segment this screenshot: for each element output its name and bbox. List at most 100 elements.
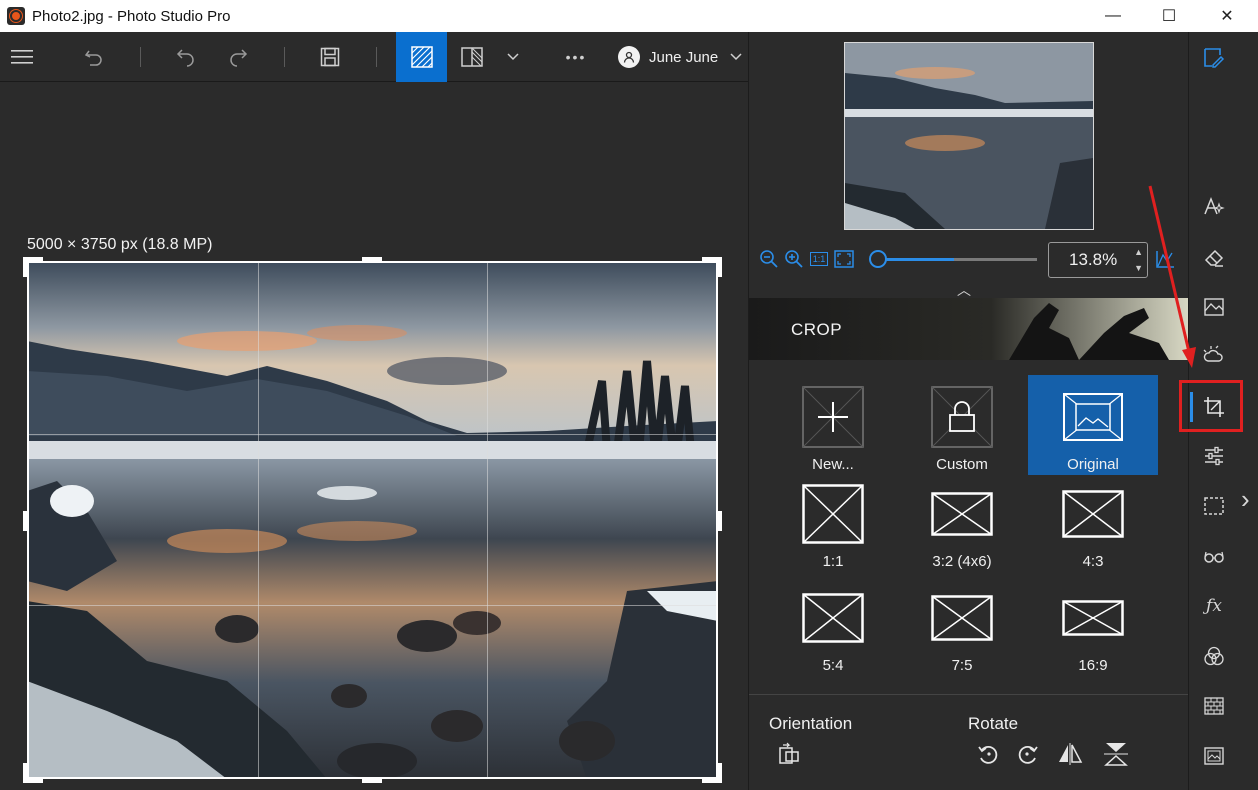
rotate-right-icon bbox=[1018, 745, 1038, 764]
undo-icon bbox=[176, 49, 194, 67]
tool-color-button[interactable] bbox=[1201, 643, 1227, 669]
crop-preset-label: 5:4 bbox=[822, 657, 844, 674]
crop-preset-5-4[interactable]: 5:4 bbox=[768, 577, 898, 677]
zoom-spin-up[interactable]: ▲ bbox=[1134, 247, 1143, 257]
undo-history-button[interactable] bbox=[78, 32, 110, 82]
crop-preset-label: 16:9 bbox=[1078, 657, 1108, 674]
crop-header: CROP bbox=[749, 298, 1189, 360]
tool-selection-button[interactable] bbox=[1201, 493, 1227, 519]
crop-preset-custom[interactable]: Custom bbox=[897, 375, 1027, 475]
rotate-right-button[interactable] bbox=[1015, 740, 1041, 768]
tool-frame-button[interactable] bbox=[1201, 743, 1227, 769]
zoom-slider-thumb[interactable] bbox=[869, 250, 887, 268]
crop-frame[interactable] bbox=[27, 261, 718, 779]
tool-landscape-button[interactable] bbox=[1201, 294, 1227, 320]
zoom-slider[interactable] bbox=[877, 258, 1037, 261]
maximize-button[interactable]: ☐ bbox=[1146, 0, 1192, 32]
ratio-icon bbox=[1062, 481, 1124, 547]
image-size-label: 5000 × 3750 px (18.8 MP) bbox=[27, 236, 213, 253]
close-button[interactable]: ✕ bbox=[1204, 0, 1250, 32]
more-button[interactable]: ••• bbox=[556, 32, 596, 82]
rotate-left-icon bbox=[978, 745, 998, 764]
overlay-mode-icon bbox=[410, 46, 433, 68]
crop-preset-4-3[interactable]: 4:3 bbox=[1028, 473, 1158, 573]
tool-text-effects-button[interactable] bbox=[1201, 194, 1227, 220]
crop-handle-top-right[interactable] bbox=[718, 257, 722, 277]
eraser-icon bbox=[1204, 249, 1224, 267]
zoom-out-button[interactable] bbox=[758, 248, 780, 270]
zoom-spin-down[interactable]: ▼ bbox=[1134, 263, 1143, 273]
crop-preset-3-2-4x6[interactable]: 3:2 (4x6) bbox=[897, 473, 1027, 573]
crop-handle-bottom-right[interactable] bbox=[718, 763, 722, 783]
highlight-box bbox=[1179, 380, 1243, 432]
crop-grid-line bbox=[257, 263, 259, 777]
crop-grid-line bbox=[29, 434, 716, 436]
flip-vertical-button[interactable] bbox=[1103, 740, 1129, 768]
crop-preset-1-1[interactable]: 1:1 bbox=[768, 473, 898, 573]
undo-button[interactable] bbox=[170, 32, 202, 82]
crop-preset-7-5[interactable]: 7:5 bbox=[897, 577, 1027, 677]
section-divider bbox=[749, 694, 1189, 695]
save-button[interactable] bbox=[314, 32, 346, 82]
app-logo-icon bbox=[7, 7, 25, 25]
chevron-down-icon bbox=[507, 53, 519, 61]
crop-handle-bottom[interactable] bbox=[362, 779, 382, 783]
orientation-label: Orientation bbox=[769, 714, 853, 733]
flip-vertical-icon bbox=[1104, 743, 1128, 766]
tool-glasses-button[interactable] bbox=[1201, 543, 1227, 569]
tool-edit-button[interactable] bbox=[1201, 44, 1227, 70]
minimize-button[interactable]: — bbox=[1090, 0, 1136, 32]
actual-size-button[interactable]: 1:1 bbox=[808, 248, 830, 270]
ratio-icon bbox=[802, 585, 864, 651]
flip-horizontal-button[interactable] bbox=[1057, 740, 1083, 768]
zoom-in-button[interactable] bbox=[783, 248, 805, 270]
crop-preset-label: 4:3 bbox=[1082, 553, 1104, 570]
orientation-toggle-button[interactable] bbox=[776, 740, 802, 768]
tool-weather-button[interactable] bbox=[1201, 342, 1227, 368]
crop-preset-label: New... bbox=[812, 456, 854, 473]
glasses-icon bbox=[1204, 551, 1224, 563]
crop-preset-label: Original bbox=[1067, 456, 1119, 473]
crop-preset-original[interactable]: Original bbox=[1028, 375, 1158, 475]
crop-preset-label: 7:5 bbox=[951, 657, 973, 674]
compare-view-button[interactable] bbox=[456, 32, 488, 82]
crop-grid-line bbox=[29, 605, 716, 607]
collapse-navigator-button[interactable]: ︿ bbox=[957, 280, 971, 300]
zoom-value-input[interactable]: 13.8% ▲ ▼ bbox=[1048, 242, 1148, 278]
weather-icon bbox=[1203, 345, 1223, 362]
zoom-out-icon bbox=[760, 250, 778, 268]
frame-icon bbox=[1204, 747, 1224, 765]
crop-handle-top-left[interactable] bbox=[23, 257, 27, 277]
tool-texture-button[interactable] bbox=[1201, 693, 1227, 719]
title-bar: Photo2.jpg - Photo Studio Pro — ☐ ✕ bbox=[0, 0, 1258, 32]
zoom-slider-fill bbox=[877, 258, 954, 261]
rotate-left-button[interactable] bbox=[975, 740, 1001, 768]
crop-handle-left[interactable] bbox=[23, 511, 27, 531]
tool-eraser-button[interactable] bbox=[1201, 244, 1227, 270]
crop-grid-line bbox=[486, 263, 488, 777]
menu-button[interactable] bbox=[0, 32, 44, 82]
fit-screen-button[interactable] bbox=[833, 248, 855, 270]
ratio-icon bbox=[1062, 585, 1124, 651]
histogram-button[interactable] bbox=[1154, 248, 1176, 270]
crop-handle-bottom-left[interactable] bbox=[23, 763, 27, 783]
crop-preset-16-9[interactable]: 16:9 bbox=[1028, 577, 1158, 677]
crop-handle-top[interactable] bbox=[362, 257, 382, 261]
overlay-mode-button[interactable] bbox=[396, 32, 447, 82]
navigator-thumbnail[interactable] bbox=[844, 42, 1094, 230]
crop-handle-right[interactable] bbox=[718, 511, 722, 531]
tool-adjust-button[interactable] bbox=[1201, 443, 1227, 469]
user-account-button[interactable]: June June bbox=[612, 32, 748, 82]
crop-preset-new[interactable]: New... bbox=[768, 375, 898, 475]
undo-history-icon bbox=[84, 50, 102, 66]
redo-button[interactable] bbox=[222, 32, 254, 82]
chevron-down-icon bbox=[730, 53, 742, 61]
toolbar-separator bbox=[140, 47, 141, 67]
ratio-icon bbox=[802, 481, 864, 547]
expand-panel-button[interactable]: › bbox=[1241, 486, 1250, 512]
save-icon bbox=[320, 47, 340, 67]
tool-fx-button[interactable]: ƒx bbox=[1201, 593, 1227, 619]
user-name: June June bbox=[649, 48, 719, 66]
image-canvas[interactable]: 5000 × 3750 px (18.8 MP) bbox=[0, 83, 748, 790]
view-mode-dropdown[interactable] bbox=[500, 32, 526, 82]
